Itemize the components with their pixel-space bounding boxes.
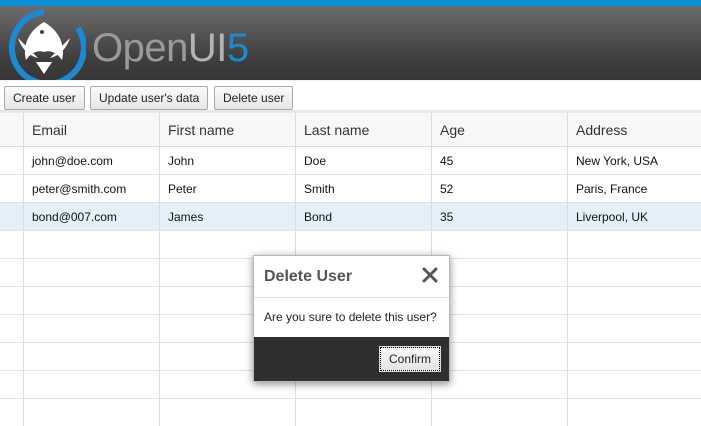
cell-last-name: Bond <box>304 210 333 224</box>
cell-age: 35 <box>440 210 454 224</box>
dialog-footer: Confirm <box>254 337 449 381</box>
delete-user-button[interactable]: Delete user <box>214 86 294 110</box>
brand-five: 5 <box>226 26 249 70</box>
dialog-divider <box>254 297 449 298</box>
confirm-button[interactable]: Confirm <box>378 346 442 372</box>
cell-last-name: Doe <box>304 154 327 168</box>
column-header-address[interactable]: Address <box>568 113 701 147</box>
openui5-logo-icon <box>8 9 86 80</box>
brand-open: Open <box>92 26 188 70</box>
dialog-title: Delete User <box>264 268 353 285</box>
cell-email: peter@smith.com <box>32 182 127 196</box>
toolbar: Create user Update user's data Delete us… <box>0 80 701 113</box>
cell-age: 45 <box>440 154 454 168</box>
table-row-selected[interactable]: bond@007.com James Bond 35 Liverpool, UK <box>0 203 701 231</box>
create-user-button[interactable]: Create user <box>4 86 85 110</box>
column-header-first-name[interactable]: First name <box>160 113 296 147</box>
table-header: Email First name Last name Age Address <box>0 113 701 147</box>
table-row-empty <box>0 399 701 426</box>
column-divider <box>567 113 568 426</box>
brand-ui: UI <box>187 26 228 70</box>
close-icon[interactable] <box>421 266 439 284</box>
column-header-age[interactable]: Age <box>432 113 568 147</box>
dialog-message: Are you sure to delete this user? <box>264 310 437 324</box>
column-divider <box>23 113 24 426</box>
delete-user-dialog: Delete User Are you sure to delete this … <box>253 255 450 382</box>
column-header-last-name[interactable]: Last name <box>296 113 432 147</box>
cell-last-name: Smith <box>304 182 335 196</box>
cell-address: Liverpool, UK <box>576 210 649 224</box>
column-divider <box>159 113 160 426</box>
table-row[interactable]: peter@smith.com Peter Smith 52 Paris, Fr… <box>0 175 701 203</box>
brand-wordmark: OpenUI5 <box>92 26 249 70</box>
cell-address: New York, USA <box>576 154 659 168</box>
cell-first-name: John <box>168 154 195 168</box>
cell-first-name: Peter <box>168 182 197 196</box>
cell-email: bond@007.com <box>32 210 117 224</box>
column-header-email[interactable]: Email <box>24 113 160 147</box>
cell-email: john@doe.com <box>32 154 113 168</box>
cell-address: Paris, France <box>576 182 648 196</box>
cell-age: 52 <box>440 182 454 196</box>
table-row[interactable]: john@doe.com John Doe 45 New York, USA <box>0 147 701 175</box>
update-user-button[interactable]: Update user's data <box>90 86 209 110</box>
cell-first-name: James <box>168 210 204 224</box>
app-header: OpenUI5 <box>0 6 701 80</box>
